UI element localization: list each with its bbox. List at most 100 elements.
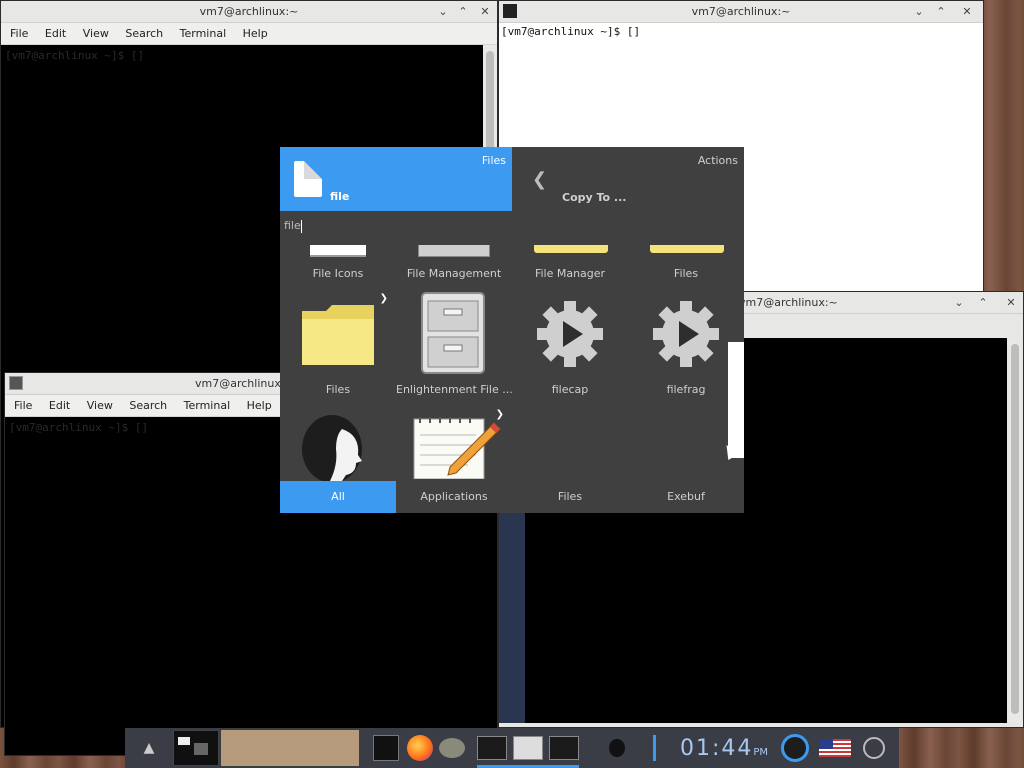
result-filefrag[interactable]: filefrag (628, 291, 744, 396)
result-files-folder[interactable]: ❯ Files (280, 291, 396, 396)
search-query-text: file (284, 219, 301, 232)
pager-window-thumb (194, 743, 208, 755)
tab-all[interactable]: All (280, 481, 396, 513)
volume-slider-icon[interactable] (653, 735, 656, 761)
result-filecap[interactable]: filecap (512, 291, 628, 396)
pager-window-thumb (178, 737, 190, 745)
result-label: filecap (551, 383, 589, 396)
maximize-icon[interactable]: ⌃ (933, 4, 949, 20)
minimize-icon[interactable]: ⌄ (435, 4, 451, 20)
desktop-pager-4[interactable] (313, 730, 359, 766)
result-label: Files (325, 383, 351, 396)
gear-icon (537, 301, 603, 367)
title-bar[interactable]: vm7@archlinux:~ ⌄ ⌃ ✕ (1, 1, 497, 23)
menu-search[interactable]: Search (129, 395, 167, 417)
text-caret (300, 219, 302, 233)
title-bar[interactable]: vm7@archlinux:~ ⌄ ⌃ ✕ (499, 1, 983, 23)
gear-icon (653, 301, 719, 367)
selected-item-name: file (330, 190, 350, 203)
scrollbar-thumb[interactable] (1011, 344, 1019, 714)
folder-icon (534, 245, 608, 253)
back-arrow-icon[interactable]: ❮ (532, 169, 547, 190)
network-status-icon[interactable] (781, 734, 809, 762)
close-icon[interactable]: ✕ (959, 4, 975, 20)
result-files[interactable]: Files (628, 245, 744, 285)
selected-category: Files (481, 154, 506, 167)
actions-panel[interactable]: Actions ❮ Copy To ... (512, 147, 744, 211)
result-label: Files (673, 267, 699, 280)
copy-to-action[interactable]: Copy To ... (562, 191, 626, 204)
file-manager-launcher-icon[interactable] (439, 738, 465, 758)
terminal-prompt: [vm7@archlinux ~]$ [] (501, 25, 641, 38)
face-profile-icon (302, 415, 362, 481)
launcher-popup[interactable]: Files file Actions ❮ Copy To ... file Fi… (280, 147, 744, 513)
maximize-icon[interactable]: ⌃ (975, 295, 991, 311)
result-label: Enlightenment File ... (396, 383, 512, 396)
file-cabinet-icon (421, 292, 485, 374)
firefox-icon[interactable] (407, 735, 433, 761)
result-file-management[interactable]: File Management (396, 245, 512, 285)
file-cabinet-icon (418, 245, 490, 257)
minimize-icon[interactable]: ⌄ (951, 295, 967, 311)
flag-canton (819, 739, 833, 749)
taskbar-terminal-window-1[interactable] (477, 736, 507, 760)
taskbar-clock[interactable]: 01:44PM (680, 736, 768, 761)
desktop-pager-3[interactable] (267, 730, 313, 766)
menu-view[interactable]: View (87, 395, 113, 417)
result-label: filefrag (666, 383, 706, 396)
file-icons-icon (310, 245, 366, 257)
taskbar-monitor-window[interactable] (513, 736, 543, 760)
window-title: vm7@archlinux:~ (199, 5, 299, 18)
lightbulb-icon[interactable] (609, 739, 625, 757)
menu-edit[interactable]: Edit (49, 395, 70, 417)
tab-files[interactable]: Files (512, 481, 628, 513)
terminal-prompt: [vm7@archlinux ~]$ [] (5, 49, 145, 62)
menu-help[interactable]: Help (243, 23, 268, 45)
search-query[interactable]: file (284, 219, 302, 233)
taskbar: ▲ (125, 728, 899, 768)
submenu-arrow-icon: ❯ (495, 409, 504, 420)
result-avatar-app[interactable] (280, 411, 396, 481)
notepad-pencil-icon (413, 417, 501, 479)
menu-file[interactable]: File (14, 395, 32, 417)
scrollbar[interactable] (1009, 338, 1021, 723)
menu-view[interactable]: View (83, 23, 109, 45)
power-icon[interactable] (863, 737, 885, 759)
result-enlightenment-file[interactable]: Enlightenment File ... (396, 291, 512, 396)
folder-icon (302, 305, 374, 365)
taskbar-terminal-window-2[interactable] (549, 736, 579, 760)
desktop-pager-2[interactable] (221, 730, 267, 766)
menu-edit[interactable]: Edit (45, 23, 66, 45)
tab-applications[interactable]: Applications (396, 481, 512, 513)
chevron-up-icon[interactable]: ▲ (139, 728, 159, 768)
terminal-selection-area (728, 342, 744, 458)
desktop-pager-1[interactable] (173, 730, 219, 766)
selected-item-panel[interactable]: Files file (280, 147, 512, 211)
menu-help[interactable]: Help (247, 395, 272, 417)
file-document-icon (294, 161, 322, 197)
submenu-arrow-icon: ❯ (379, 293, 388, 304)
folder-icon (650, 245, 724, 253)
terminal-launcher-icon[interactable] (373, 735, 399, 761)
terminal-prompt: [vm7@archlinux ~]$ [] (9, 421, 149, 434)
menu-bar: File Edit View Search Terminal Help (1, 23, 497, 45)
actions-label: Actions (697, 154, 738, 167)
result-text-editor[interactable]: ❯ (396, 409, 512, 479)
result-file-icons[interactable]: File Icons (280, 245, 396, 285)
menu-terminal[interactable]: Terminal (180, 23, 227, 45)
background-poster (499, 512, 525, 723)
result-label: File Manager (534, 267, 606, 280)
menu-terminal[interactable]: Terminal (184, 395, 231, 417)
result-label: File Management (406, 267, 502, 280)
result-file-manager[interactable]: File Manager (512, 245, 628, 285)
terminal-app-icon (9, 376, 23, 390)
category-tabs: All Applications Files Exebuf (280, 481, 744, 513)
close-icon[interactable]: ✕ (477, 4, 493, 20)
maximize-icon[interactable]: ⌃ (455, 4, 471, 20)
close-icon[interactable]: ✕ (1003, 295, 1019, 311)
tab-exebuf[interactable]: Exebuf (628, 481, 744, 513)
us-flag-keyboard-layout-icon[interactable] (819, 739, 851, 757)
minimize-icon[interactable]: ⌄ (911, 4, 927, 20)
menu-search[interactable]: Search (125, 23, 163, 45)
menu-file[interactable]: File (10, 23, 28, 45)
